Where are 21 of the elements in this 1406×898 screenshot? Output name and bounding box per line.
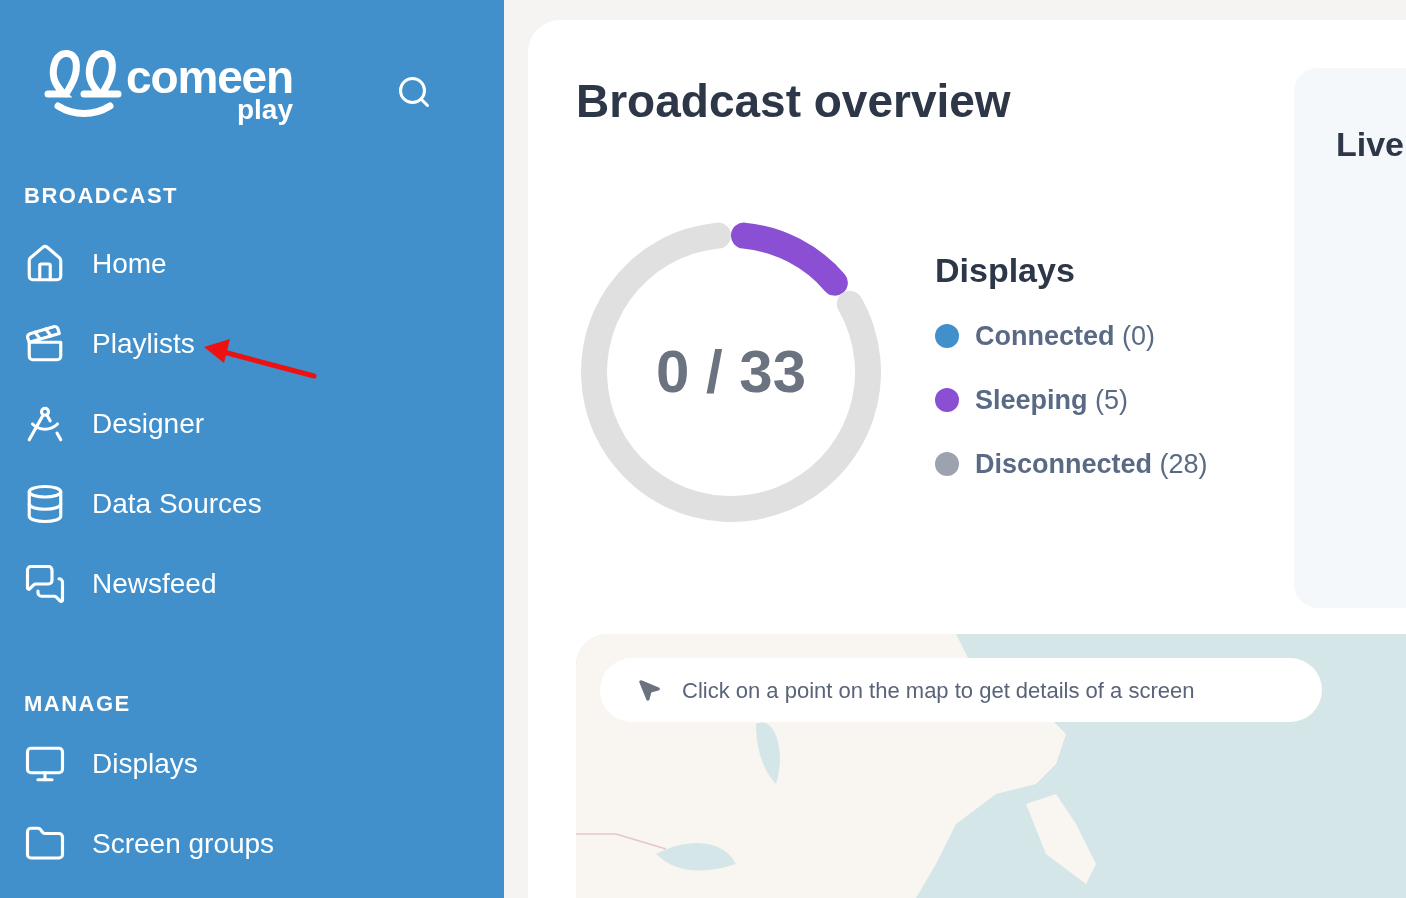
display-count: 0 / 33	[655, 337, 807, 407]
section-heading: BROADCAST	[24, 182, 180, 210]
cursor-icon	[636, 677, 662, 703]
legend-label: Disconnected (28)	[975, 447, 1208, 481]
map-hint: Click on a point on the map to get details of a screen	[682, 676, 1195, 705]
nav-link[interactable]: Screen groups	[92, 826, 275, 862]
nav-link[interactable]: Designer	[92, 406, 205, 442]
legend-label: Connected (0)	[975, 319, 1156, 353]
panel-title: Live	[1336, 124, 1406, 164]
nav-link[interactable]: Playlists	[92, 326, 195, 362]
section-heading: MANAGE	[24, 690, 132, 718]
search-icon[interactable]	[396, 74, 432, 110]
logo-icon	[44, 48, 122, 120]
nav-link[interactable]: Displays	[92, 746, 198, 782]
legend-title: Displays	[935, 250, 1076, 290]
nav-link[interactable]: Data Sources	[92, 486, 262, 522]
chat-bubbles-icon[interactable]	[24, 563, 66, 605]
page-title: Broadcast overview	[576, 74, 1012, 129]
nav-link[interactable]: Home	[92, 246, 167, 282]
legend-label: Sleeping (5)	[975, 383, 1129, 417]
nav-link[interactable]: Newsfeed	[92, 566, 217, 602]
